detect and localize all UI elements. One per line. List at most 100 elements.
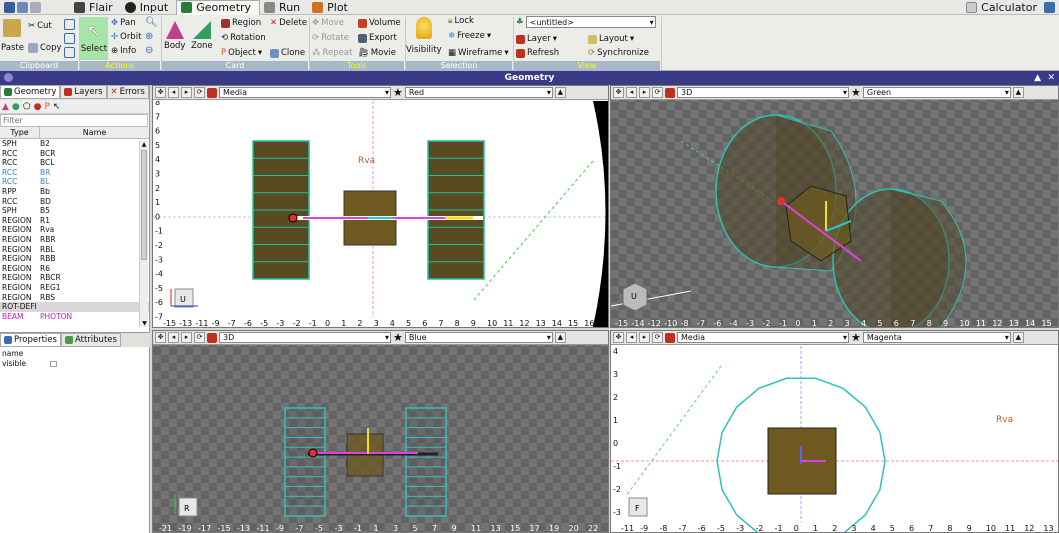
zone-button[interactable]: Zone xyxy=(191,21,213,51)
freeze-dropdown[interactable]: ❄ Freeze ▾ xyxy=(448,31,491,41)
view-combo[interactable]: ♣ <untitled> xyxy=(516,16,656,28)
zone-filter-icon[interactable]: ● xyxy=(12,102,20,112)
cut-button[interactable]: ✂ Cut xyxy=(28,21,52,31)
card-filter-icon[interactable]: P xyxy=(44,102,49,112)
tab-properties[interactable]: Properties xyxy=(0,333,61,347)
list-item[interactable]: REGION R1 xyxy=(0,216,149,226)
lock-button[interactable]: 🔒︎ Lock xyxy=(448,16,474,26)
list-item[interactable]: REGION RBB xyxy=(0,254,149,264)
wireframe-dropdown[interactable]: ▦ Wireframe ▾ xyxy=(448,48,509,58)
type-header[interactable]: Type xyxy=(0,127,40,138)
tab-layers[interactable]: Layers xyxy=(60,85,107,99)
mode-combo[interactable]: Media xyxy=(677,332,849,343)
list-item[interactable]: REGION RBCR xyxy=(0,273,149,283)
delete-button[interactable]: ✕ Delete xyxy=(270,18,307,28)
repeat-button[interactable]: ⁂ Repeat xyxy=(312,48,352,58)
up-icon[interactable]: ▲ xyxy=(554,332,566,343)
forward-icon[interactable]: ▸ xyxy=(639,87,650,98)
list-item[interactable]: RPP Bb xyxy=(0,187,149,197)
grid2-icon[interactable] xyxy=(64,33,75,44)
scroll-thumb[interactable] xyxy=(141,150,147,260)
color-combo[interactable]: Magenta xyxy=(862,332,1011,343)
back-icon[interactable]: ◂ xyxy=(626,87,637,98)
forward-icon[interactable]: ▸ xyxy=(181,87,192,98)
up-icon[interactable]: ▲ xyxy=(554,87,566,98)
maximize-icon[interactable]: ▲ xyxy=(1034,71,1041,85)
move-button[interactable]: ✥ Move xyxy=(312,18,344,28)
forward-icon[interactable]: ▸ xyxy=(181,332,192,343)
untitled-combo[interactable]: <untitled> xyxy=(525,16,656,28)
info-button[interactable]: ⊕ Info xyxy=(111,46,136,56)
list-item[interactable]: REGION REG1 xyxy=(0,283,149,293)
region-button[interactable]: Region xyxy=(221,18,261,28)
tab-geometry-list[interactable]: Geometry xyxy=(0,85,61,99)
reset-icon[interactable]: ⟳ xyxy=(652,87,663,98)
scroll-up-arrow[interactable]: ▲ xyxy=(140,141,148,148)
forward-icon[interactable]: ▸ xyxy=(639,332,650,343)
paste-button[interactable]: Paste xyxy=(1,19,24,53)
window-menu-icon[interactable] xyxy=(4,73,13,82)
object-dropdown[interactable]: P Object ▾ xyxy=(221,48,262,58)
list-item[interactable]: SPH B2 xyxy=(0,139,149,149)
star-icon[interactable]: ★ xyxy=(393,86,403,99)
back-icon[interactable]: ◂ xyxy=(168,87,179,98)
movie-button[interactable]: 🎥︎ Movie xyxy=(358,48,396,58)
list-item[interactable]: RCC BCL xyxy=(0,158,149,168)
tab-flair[interactable]: Flair xyxy=(70,0,121,15)
up-icon[interactable]: ▲ xyxy=(1012,87,1024,98)
layer-dropdown[interactable]: Layer ▾ xyxy=(516,34,557,44)
move-view-icon[interactable]: ✥ xyxy=(155,332,166,343)
rotation-button[interactable]: ⟲ Rotation xyxy=(221,33,266,43)
grid3-icon[interactable] xyxy=(64,47,75,58)
color-combo[interactable]: Red xyxy=(404,87,553,98)
zoom-icon[interactable]: 🔍︎ xyxy=(145,17,158,28)
list-item[interactable]: RCC BL xyxy=(0,177,149,187)
viewport-bottom-left[interactable]: ✥◂▸⟳3D★Blue▲-21-19-17-15-13-11-9-7-5-3-1… xyxy=(152,330,609,533)
reset-icon[interactable]: ⟳ xyxy=(194,332,205,343)
viewport-top-right[interactable]: ✥◂▸⟳3D★Green▲-15-14-12-10-8-7-6-4-3-2-10… xyxy=(610,85,1059,328)
copy-button[interactable]: Copy xyxy=(28,43,62,53)
list-item[interactable]: REGION R6 xyxy=(0,264,149,274)
star-icon[interactable]: ★ xyxy=(851,331,861,344)
list-item[interactable]: ROT-DEFI xyxy=(0,302,149,312)
move-view-icon[interactable]: ✥ xyxy=(155,87,166,98)
back-icon[interactable]: ◂ xyxy=(626,332,637,343)
zoom-out-icon[interactable]: ⊖ xyxy=(145,45,153,56)
cursor-filter-icon[interactable]: ↖ xyxy=(53,102,61,112)
list-item[interactable]: RCC BD xyxy=(0,197,149,207)
redo-icon[interactable] xyxy=(30,1,41,13)
color-combo[interactable]: Blue xyxy=(404,332,553,343)
volume-button[interactable]: Volume xyxy=(358,18,401,28)
move-view-icon[interactable]: ✥ xyxy=(613,87,624,98)
scroll-down-arrow[interactable]: ▼ xyxy=(140,320,149,327)
star-icon[interactable]: ★ xyxy=(851,86,861,99)
calculator-button[interactable]: Calculator xyxy=(962,0,1059,15)
material-filter-icon[interactable]: ● xyxy=(34,102,42,112)
region-filter-icon[interactable]: ⬠ xyxy=(23,102,31,112)
mode-combo[interactable]: Media xyxy=(219,87,391,98)
synchronize-button[interactable]: ⟳ Synchronize xyxy=(588,48,649,58)
orbit-button[interactable]: ✢ Orbit xyxy=(111,32,141,42)
color-combo[interactable]: Green xyxy=(862,87,1011,98)
visibility-dropdown[interactable]: Visibility xyxy=(406,17,442,55)
refresh-button[interactable]: Refresh xyxy=(516,48,559,58)
zoom-in-icon[interactable]: ⊕ xyxy=(145,31,153,42)
tab-plot[interactable]: Plot xyxy=(308,0,356,15)
tab-attributes[interactable]: Attributes xyxy=(60,333,121,347)
move-view-icon[interactable]: ✥ xyxy=(613,332,624,343)
body-button[interactable]: Body xyxy=(164,21,185,51)
close-icon[interactable]: ✕ xyxy=(1047,71,1055,85)
list-item[interactable]: RCC BCR xyxy=(0,149,149,159)
mode-combo[interactable]: 3D xyxy=(677,87,849,98)
list-item[interactable]: REGION RBR xyxy=(0,235,149,245)
reset-icon[interactable]: ⟳ xyxy=(652,332,663,343)
clone-button[interactable]: Clone xyxy=(270,48,305,58)
list-item[interactable]: RCC BR xyxy=(0,168,149,178)
name-header[interactable]: Name xyxy=(40,127,149,138)
tab-geometry[interactable]: Geometry xyxy=(176,0,261,15)
list-scrollbar[interactable]: ▲ ▼ xyxy=(139,141,148,327)
save-icon[interactable] xyxy=(4,1,15,13)
filter-input[interactable] xyxy=(0,114,148,127)
select-button[interactable]: ↖ Select xyxy=(80,17,108,60)
tab-input[interactable]: Input xyxy=(121,0,176,15)
